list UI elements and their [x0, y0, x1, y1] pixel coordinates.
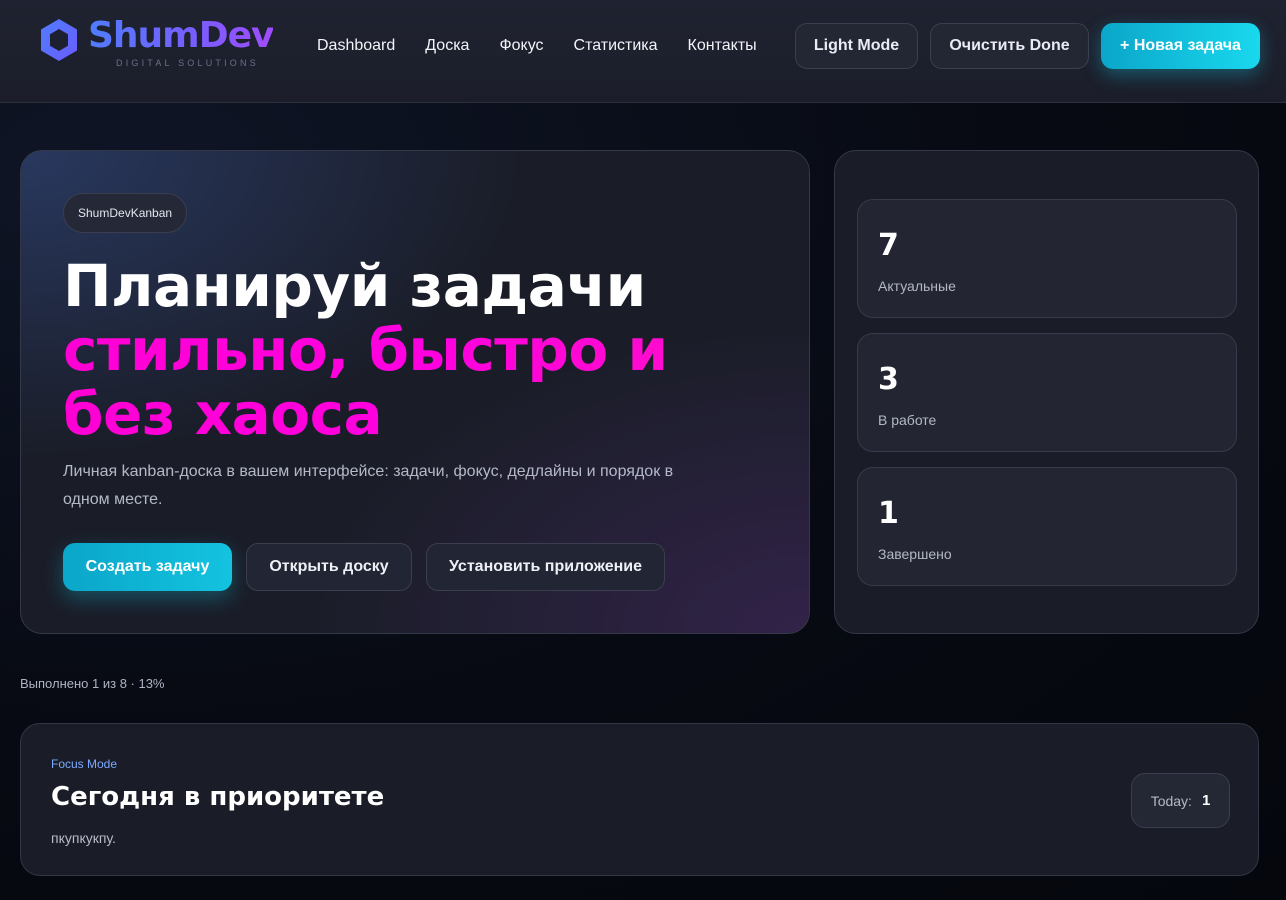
stat-value: 7 — [878, 228, 899, 263]
open-board-button[interactable]: Открыть доску — [246, 543, 412, 591]
hexagon-logo-icon — [41, 19, 77, 61]
install-app-button[interactable]: Установить приложение — [426, 543, 665, 591]
today-label: Today: — [1150, 792, 1192, 809]
stat-card-active: 7 Актуальные — [857, 199, 1237, 318]
app-name-chip: ShumDevKanban — [63, 193, 188, 233]
clear-done-button[interactable]: Очистить Done — [930, 23, 1089, 69]
nav-dashboard[interactable]: Dashboard — [317, 36, 395, 56]
stat-value: 3 — [878, 362, 899, 397]
brand-name: ShumDev — [88, 15, 274, 56]
focus-eyebrow: Focus Mode — [51, 757, 118, 771]
create-task-button[interactable]: Создать задачу — [63, 543, 232, 591]
stat-card-done: 1 Завершено — [857, 467, 1237, 586]
top-header: ShumDev DIGITAL SOLUTIONS Dashboard Доск… — [0, 0, 1286, 103]
new-task-button[interactable]: + Новая задача — [1101, 23, 1260, 69]
main-nav: Dashboard Доска Фокус Статистика Контакт… — [317, 36, 787, 56]
nav-board[interactable]: Доска — [425, 36, 469, 56]
stat-card-in-progress: 3 В работе — [857, 333, 1237, 452]
focus-task-text: пкупкукпу. — [51, 830, 116, 846]
stat-label: В работе — [878, 412, 937, 428]
hero-title: Планируй задачи стильно, быстро и без ха… — [63, 254, 763, 446]
stats-panel: 7 Актуальные 3 В работе 1 Завершено — [834, 150, 1259, 634]
nav-contacts[interactable]: Контакты — [688, 36, 757, 56]
hero-actions: Создать задачу Открыть доску Установить … — [63, 543, 679, 591]
hero-title-line: Планируй задачи — [63, 252, 646, 320]
nav-statistics[interactable]: Статистика — [574, 36, 658, 56]
stat-label: Завершено — [878, 546, 952, 562]
brand-tagline: DIGITAL SOLUTIONS — [116, 58, 259, 68]
stat-value: 1 — [878, 496, 899, 531]
progress-summary: Выполнено 1 из 8 · 13% — [20, 676, 165, 691]
focus-card: Focus Mode Сегодня в приоритете пкупкукп… — [20, 723, 1259, 876]
hero-description: Личная kanban-доска в вашем интерфейсе: … — [63, 463, 674, 508]
today-value: 1 — [1201, 792, 1211, 809]
stat-label: Актуальные — [878, 278, 956, 294]
today-counter: Today: 1 — [1131, 773, 1230, 828]
light-mode-button[interactable]: Light Mode — [795, 23, 918, 69]
nav-focus[interactable]: Фокус — [499, 36, 543, 56]
focus-title: Сегодня в приоритете — [51, 782, 385, 812]
hero-card: ShumDevKanban Планируй задачи стильно, б… — [20, 150, 810, 634]
brand-logo[interactable]: ShumDev DIGITAL SOLUTIONS — [38, 15, 274, 68]
hero-title-accent: стильно, быстро и без хаоса — [63, 318, 763, 446]
